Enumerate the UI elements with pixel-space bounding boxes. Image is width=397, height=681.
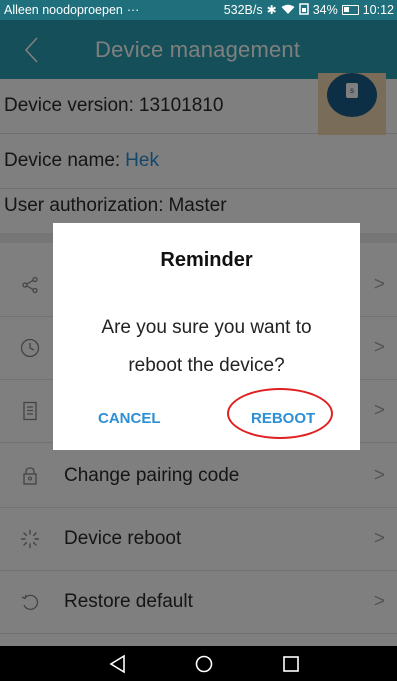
dialog-title: Reminder: [160, 249, 253, 271]
nav-home-button[interactable]: [193, 653, 217, 675]
triangle-back-icon: [109, 654, 125, 674]
battery-percent: 34%: [312, 3, 338, 17]
clock-time: 10:12: [362, 3, 394, 17]
sim-icon: [298, 3, 309, 17]
nav-recent-apps-button[interactable]: [280, 653, 304, 675]
battery-icon: [341, 5, 359, 15]
wifi-icon: [281, 4, 295, 17]
reboot-button[interactable]: REBOOT: [251, 410, 315, 427]
reminder-dialog: Reminder Are you sure you want to reboot…: [53, 223, 360, 450]
more-dots: ···: [126, 3, 140, 17]
dialog-message: Are you sure you want to reboot the devi…: [101, 317, 312, 376]
system-navigation-bar: [0, 646, 397, 681]
square-recents-icon: [283, 656, 299, 672]
status-right: 532B/s ✱ 34% 10:12: [224, 3, 394, 17]
circle-home-icon: [195, 655, 213, 673]
cancel-button[interactable]: CANCEL: [98, 410, 161, 427]
status-bar: Alleen noodoproepen ··· 532B/s ✱ 34% 10:…: [0, 0, 397, 20]
carrier-text: Alleen noodoproepen: [4, 3, 123, 17]
bluetooth-icon: ✱: [266, 3, 277, 17]
status-left: Alleen noodoproepen ···: [4, 3, 139, 17]
network-speed: 532B/s: [223, 3, 263, 17]
nav-back-button[interactable]: [107, 653, 131, 675]
